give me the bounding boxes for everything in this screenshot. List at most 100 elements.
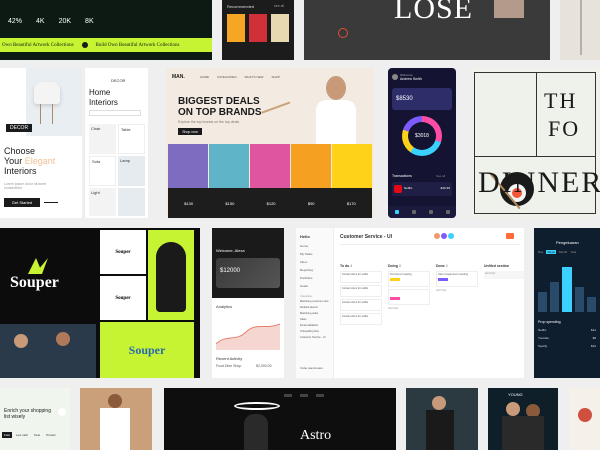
team-item[interactable]: Onboarding flow — [300, 330, 329, 333]
period-tab[interactable]: Month — [559, 250, 567, 254]
nav-link[interactable]: HOME — [200, 75, 209, 79]
kanban-column: Doing 3 Test the UI meeting Add Task — [388, 264, 430, 325]
period-tab[interactable]: Week — [546, 250, 556, 254]
team-item[interactable]: Sales — [300, 318, 329, 321]
team-item[interactable]: Marketing sales — [300, 312, 329, 315]
book-cover[interactable] — [271, 14, 289, 42]
product-card[interactable] — [291, 144, 331, 188]
get-started-label: Get Started — [11, 200, 33, 205]
shop-now-button[interactable]: Shop now — [178, 128, 202, 135]
task-card[interactable]: Contact client for outfits — [340, 271, 382, 283]
activity-item[interactable]: Food Dine Shop — [216, 364, 241, 368]
poster-text: FO — [548, 116, 581, 141]
transaction-row[interactable]: Netflix -$16.99 — [392, 182, 452, 196]
filter-chip[interactable]: Fast — [2, 432, 12, 438]
search-icon[interactable] — [58, 408, 66, 416]
product-card[interactable] — [250, 144, 290, 188]
task-card[interactable] — [388, 289, 430, 305]
page-title: Interiors — [89, 98, 118, 107]
astro-tile: Astro — [164, 388, 396, 450]
team-item[interactable]: Email validation — [300, 324, 329, 327]
artwork-banner-tile: 42% 4K 20K 8K Own Beautiful Artwork Coll… — [0, 0, 212, 60]
filter-chip[interactable]: Protein — [44, 432, 58, 438]
product-card[interactable] — [168, 144, 208, 188]
price-label: $170 — [346, 200, 356, 206]
kanban-column: Done 2 Client requirement meeting Add Ta… — [436, 264, 478, 325]
category-chair[interactable]: Chair — [89, 124, 116, 154]
add-task-button[interactable]: Add Task — [484, 271, 524, 279]
category-light[interactable]: Light — [89, 188, 116, 216]
analytics-chart — [216, 323, 280, 350]
team-item[interactable]: Customer Service - UI — [300, 336, 329, 339]
team-item[interactable]: Website launch — [300, 306, 329, 309]
filter-chip[interactable]: Keto — [32, 432, 42, 438]
spend-row[interactable]: Spotify $10 — [538, 344, 596, 348]
ticker-dot-icon — [81, 42, 88, 48]
task-card[interactable]: Contact client for outfits — [340, 299, 382, 311]
add-button[interactable] — [506, 233, 514, 239]
product-card[interactable] — [209, 144, 249, 188]
nav-dot[interactable] — [284, 394, 292, 397]
add-task-button[interactable]: Add Task — [388, 307, 430, 310]
task-card[interactable]: Contact client for outfits — [340, 313, 382, 325]
fashion-photo-tile — [80, 388, 152, 450]
kanban-column: Unfiled section Add Task — [484, 264, 524, 325]
nav-link[interactable]: CATEGORIES — [217, 75, 236, 79]
spend-row[interactable]: Netflix $12 — [538, 328, 596, 332]
neutral-tile — [560, 0, 600, 60]
collage: 42% 4K 20K 8K Own Beautiful Artwork Coll… — [0, 0, 600, 450]
recent-heading: Recent Activity — [216, 356, 243, 361]
activity-amount: $2,000.00 — [256, 364, 272, 368]
avatar — [441, 233, 447, 239]
brand-name: Souper — [115, 249, 131, 255]
invite-link[interactable]: Invite teammates — [300, 366, 323, 370]
period-tab[interactable]: Day — [538, 250, 543, 254]
product-card[interactable] — [332, 144, 372, 188]
category-extra[interactable] — [118, 188, 145, 216]
nav-link[interactable]: SHOP — [271, 75, 280, 79]
nav-item[interactable]: Portfolios — [300, 276, 313, 280]
task-card[interactable]: Client requirement meeting — [436, 271, 478, 287]
poster-text: TH — [544, 88, 578, 113]
bar — [574, 287, 584, 312]
netflix-icon — [394, 185, 402, 193]
brand-label: DECOR — [111, 78, 126, 83]
task-card[interactable]: Contact client for outfits — [340, 285, 382, 297]
nav-item[interactable]: Reporting — [300, 268, 313, 272]
hero-sub: Explore the top brands on the top deals — [178, 120, 240, 124]
nav-dot[interactable] — [300, 394, 308, 397]
search-input[interactable] — [89, 110, 141, 116]
team-item[interactable]: Marketing customer care — [300, 300, 329, 303]
add-task-button[interactable]: Add Task — [436, 289, 478, 292]
nav-item[interactable]: Goals — [300, 284, 313, 288]
greeting: Welcome, Alexa — [216, 248, 245, 253]
nav-item[interactable]: Inbox — [300, 260, 313, 264]
chart-icon[interactable] — [428, 210, 433, 214]
nav-item[interactable]: Home — [300, 244, 313, 248]
profile-icon[interactable] — [445, 210, 450, 214]
category-table[interactable]: Table — [118, 124, 145, 154]
ring-light-icon — [234, 402, 280, 410]
decor-badge: DECOR — [6, 124, 33, 132]
book-cover[interactable] — [227, 14, 245, 42]
column-title: To do — [340, 264, 350, 268]
see-all-link[interactable]: See all — [436, 174, 445, 178]
period-tab[interactable]: Year — [570, 250, 576, 254]
book-cover[interactable] — [249, 14, 267, 42]
category-lamp[interactable]: Lamp — [118, 156, 145, 186]
balance-card[interactable]: $8530 — [392, 88, 452, 110]
category-sofa[interactable]: Sofa — [89, 156, 116, 186]
nav-dot[interactable] — [316, 394, 324, 397]
home-icon[interactable] — [394, 210, 399, 214]
brand-name: Souper — [115, 295, 131, 301]
wallet-icon[interactable] — [411, 210, 416, 214]
nav-link[interactable]: WHAT'S NEW — [244, 75, 263, 79]
task-card[interactable]: Test the UI meeting — [388, 271, 430, 287]
spend-row[interactable]: Youtube $8 — [538, 336, 596, 340]
nav-item[interactable]: My Tasks — [300, 252, 313, 256]
balance-card[interactable]: $12000 — [216, 258, 280, 288]
filter-chip[interactable]: Low carb — [14, 432, 30, 438]
see-all-link[interactable]: see all — [274, 4, 284, 8]
get-started-button[interactable]: Get Started — [4, 198, 40, 207]
hero-title-line: Your — [4, 156, 23, 166]
